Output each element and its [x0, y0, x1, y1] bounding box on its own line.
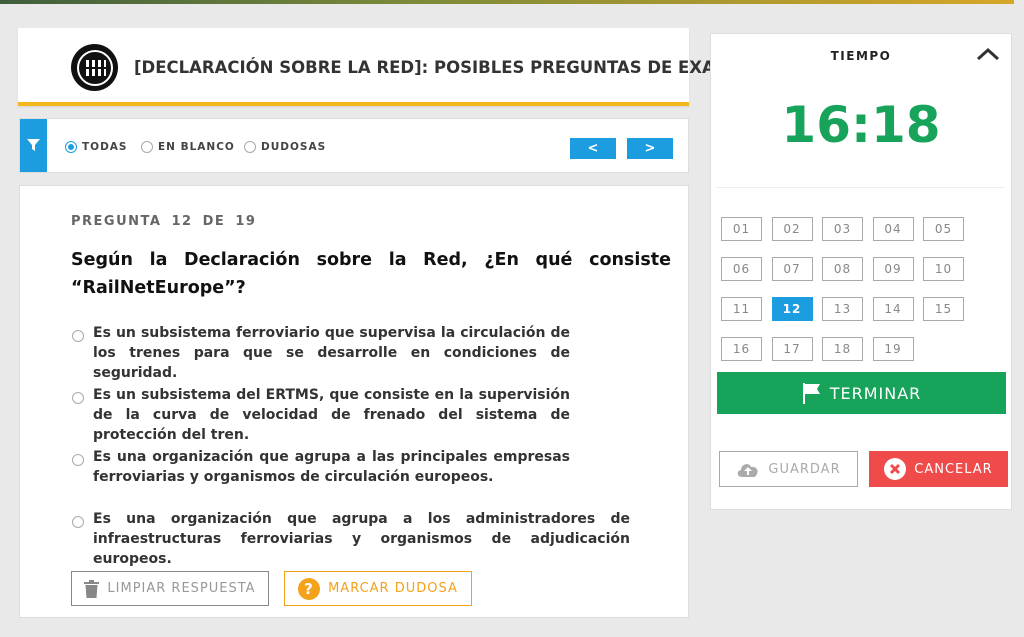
save-button[interactable]: GUARDAR	[719, 451, 858, 487]
answer-text: Es una organización que agrupa a los adm…	[93, 511, 630, 567]
top-accent-gap	[1014, 0, 1024, 4]
finish-exam-button[interactable]: TERMINAR	[717, 372, 1006, 414]
filter-bar: TODAS EN BLANCO DUDOSAS < >	[19, 118, 689, 173]
question-nav-item[interactable]: 15	[923, 297, 964, 321]
clear-answer-label: LIMPIAR RESPUESTA	[107, 581, 256, 596]
question-current-number: 12	[171, 214, 193, 229]
question-total: 19	[235, 214, 257, 229]
question-nav-item[interactable]: 14	[872, 297, 914, 321]
question-counter: PREGUNTA 12 DE 19	[71, 214, 256, 229]
radio-icon	[72, 392, 84, 404]
filter-option-dudosas[interactable]: DUDOSAS	[244, 141, 326, 153]
timer-label: TIEMPO	[830, 49, 892, 63]
filter-option-label: DUDOSAS	[261, 141, 327, 153]
radio-icon	[244, 141, 256, 153]
answer-option-1[interactable]: Es un subsistema ferroviario que supervi…	[72, 323, 570, 383]
question-nav-item[interactable]: 06	[721, 257, 762, 281]
question-nav-item[interactable]: 04	[872, 217, 914, 241]
question-counter-prefix: PREGUNTA	[71, 214, 162, 229]
chevron-up-icon	[976, 47, 1000, 61]
question-nav-item[interactable]: 09	[872, 257, 914, 281]
mark-doubtful-label: MARCAR DUDOSA	[328, 581, 458, 596]
close-icon	[884, 458, 907, 480]
page-title: [DECLARACIÓN SOBRE LA RED]: POSIBLES PRE…	[134, 58, 757, 77]
timer-value: 16:18	[781, 96, 941, 154]
question-nav-item[interactable]: 02	[771, 217, 813, 241]
radio-icon	[72, 330, 84, 342]
question-nav-item[interactable]: 10	[923, 257, 964, 281]
question-card: PREGUNTA 12 DE 19 Según la Declaración s…	[19, 185, 689, 618]
radio-icon	[72, 516, 84, 528]
question-mark-icon: ?	[298, 577, 321, 600]
save-label: GUARDAR	[768, 461, 841, 477]
cancel-label: CANCELAR	[914, 461, 993, 477]
exam-side-panel: TIEMPO 16:18 01 02 03 04 05 06 07 08 09 10 11 12 13 1…	[710, 33, 1012, 510]
question-nav-item[interactable]: 05	[923, 217, 964, 241]
question-text: Según la Declaración sobre la Red, ¿En q…	[71, 250, 671, 298]
question-counter-of: DE	[202, 214, 226, 229]
question-nav-item[interactable]: 12	[771, 297, 813, 321]
answer-option-2[interactable]: Es un subsistema del ERTMS, que consiste…	[72, 385, 570, 445]
answer-option-3[interactable]: Es una organización que agrupa a las pri…	[72, 447, 570, 487]
filter-option-en-blanco[interactable]: EN BLANCO	[141, 141, 235, 153]
cancel-button[interactable]: CANCELAR	[869, 451, 1008, 487]
top-accent-bar	[0, 0, 1014, 4]
radio-selected-icon	[65, 141, 77, 153]
finish-exam-label: TERMINAR	[829, 383, 922, 403]
question-nav-item[interactable]: 01	[721, 217, 762, 241]
question-nav-item[interactable]: 16	[721, 337, 762, 361]
filter-icon	[27, 139, 40, 151]
filter-option-todas[interactable]: TODAS	[65, 141, 128, 153]
collapse-panel-button[interactable]	[976, 46, 1000, 65]
radio-icon	[141, 141, 153, 153]
filter-toggle[interactable]	[20, 119, 47, 172]
answer-text: Es una organización que agrupa a las pri…	[93, 449, 570, 485]
cloud-upload-icon	[738, 464, 759, 477]
question-nav-item[interactable]: 08	[822, 257, 863, 281]
radio-icon	[72, 454, 84, 466]
question-nav-item[interactable]: 17	[771, 337, 813, 361]
filter-option-label: TODAS	[82, 141, 128, 153]
question-nav-item[interactable]: 11	[721, 297, 762, 321]
mark-doubtful-button[interactable]: ? MARCAR DUDOSA	[284, 571, 472, 606]
answer-text: Es un subsistema ferroviario que supervi…	[93, 325, 570, 381]
next-question-button[interactable]: >	[627, 138, 673, 159]
svg-text:?: ?	[304, 580, 314, 598]
panel-divider	[717, 187, 1005, 188]
question-nav-item[interactable]: 18	[822, 337, 863, 361]
question-nav-item[interactable]: 13	[822, 297, 863, 321]
answer-option-4[interactable]: Es una organización que agrupa a los adm…	[72, 509, 630, 569]
circular-logo	[71, 44, 118, 91]
flag-icon	[802, 383, 820, 404]
previous-question-button[interactable]: <	[570, 138, 616, 159]
trash-icon	[84, 579, 100, 598]
question-nav-item[interactable]: 07	[771, 257, 813, 281]
question-nav-item[interactable]: 03	[822, 217, 863, 241]
answer-text: Es un subsistema del ERTMS, que consiste…	[93, 387, 570, 443]
exam-header: [DECLARACIÓN SOBRE LA RED]: POSIBLES PRE…	[18, 28, 756, 106]
filter-option-label: EN BLANCO	[158, 141, 235, 153]
question-nav-item[interactable]: 19	[872, 337, 914, 361]
clear-answer-button[interactable]: LIMPIAR RESPUESTA	[71, 571, 269, 606]
question-navigator: 01 02 03 04 05 06 07 08 09 10 11 12 13 14 15 16 17 18 19	[711, 204, 1011, 362]
